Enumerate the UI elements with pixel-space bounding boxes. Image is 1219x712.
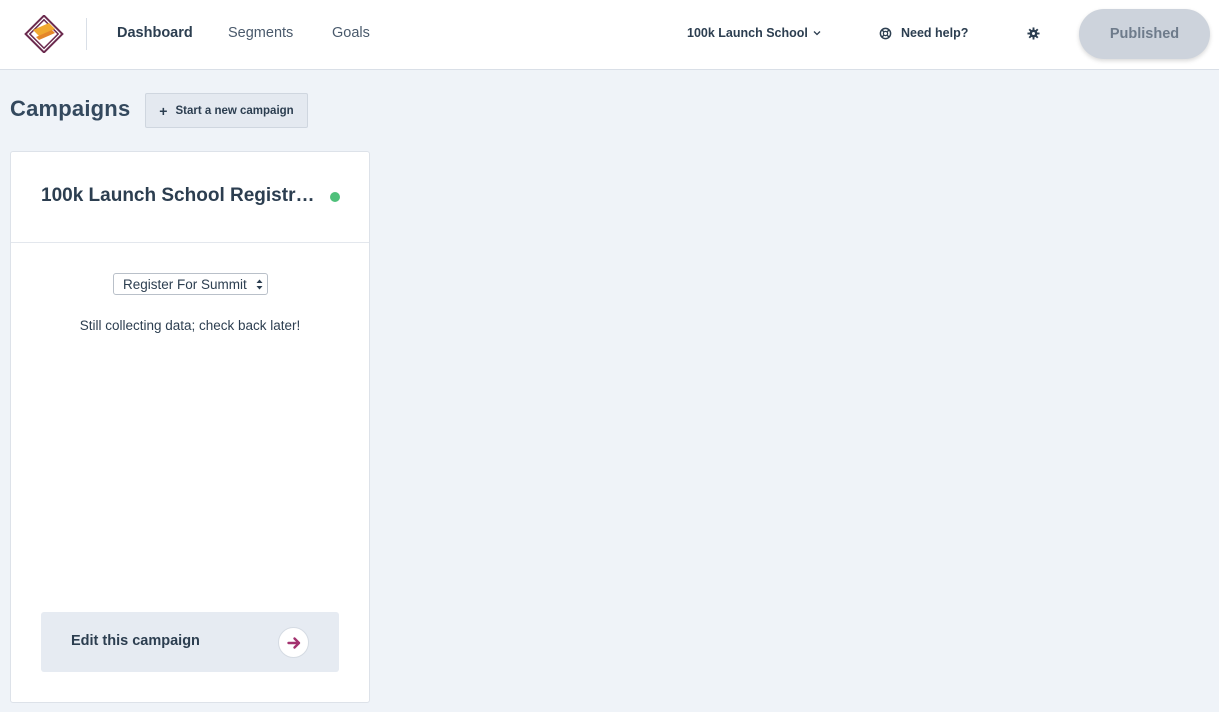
start-new-campaign-label: Start a new campaign <box>175 104 294 117</box>
lifebuoy-icon <box>879 27 892 39</box>
top-navigation-bar: Dashboard Segments Goals 100k Launch Sch… <box>0 0 1219 70</box>
nav-divider <box>86 18 87 50</box>
gear-icon[interactable] <box>1027 27 1040 40</box>
arrow-right-icon <box>278 627 309 658</box>
page-title: Campaigns <box>10 96 131 121</box>
logo-icon[interactable] <box>24 14 64 54</box>
plus-icon: + <box>159 102 168 119</box>
nav-goals[interactable]: Goals <box>332 25 370 41</box>
workspace-selector[interactable]: 100k Launch School <box>687 26 821 40</box>
nav-dashboard[interactable]: Dashboard <box>117 25 193 41</box>
help-link[interactable]: Need help? <box>879 26 968 40</box>
campaign-card-header: 100k Launch School Registration <box>11 152 369 243</box>
nav-segments[interactable]: Segments <box>228 25 293 41</box>
published-button[interactable]: Published <box>1079 9 1210 59</box>
select-arrows-icon <box>256 279 263 290</box>
campaign-title[interactable]: 100k Launch School Registration <box>41 185 321 207</box>
help-label: Need help? <box>901 26 969 40</box>
start-new-campaign-button[interactable]: + Start a new campaign <box>145 93 308 128</box>
campaign-card: 100k Launch School Registration Register… <box>10 151 370 703</box>
workspace-name: 100k Launch School <box>687 26 808 40</box>
edit-campaign-label: Edit this campaign <box>71 633 200 649</box>
chevron-down-icon <box>813 31 821 36</box>
goal-select-value: Register For Summit <box>123 276 247 292</box>
goal-select[interactable]: Register For Summit <box>113 273 268 295</box>
collecting-data-message: Still collecting data; check back later! <box>79 318 301 333</box>
edit-campaign-button[interactable]: Edit this campaign <box>41 612 339 672</box>
status-indicator <box>330 192 340 202</box>
